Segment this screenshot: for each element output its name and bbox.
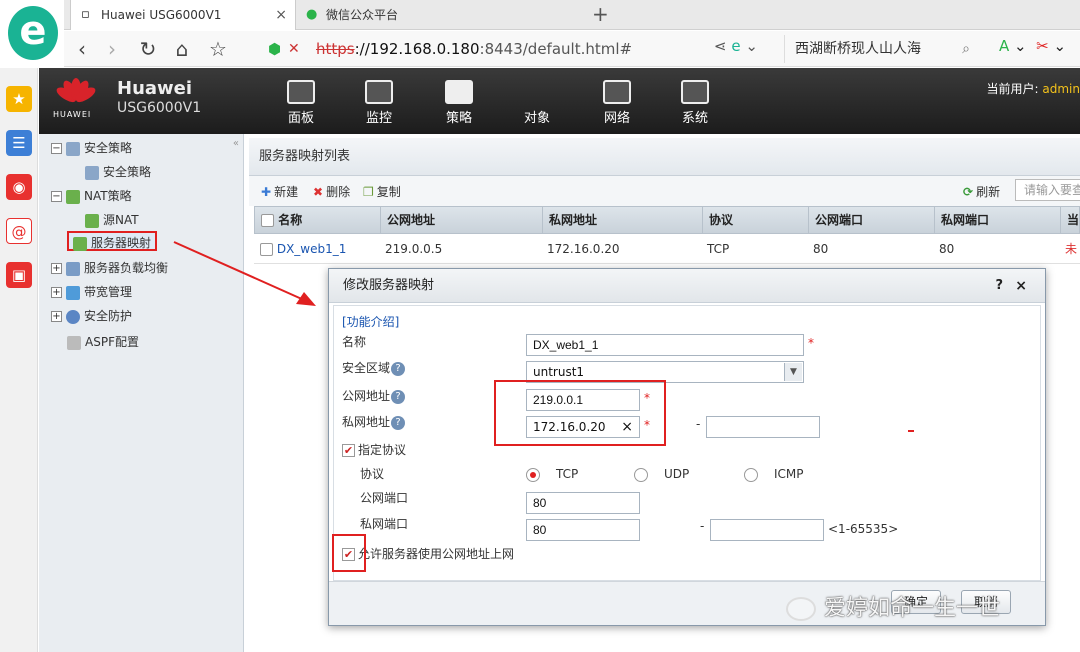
red-mark [908,430,914,432]
private-port-input[interactable] [526,519,640,541]
public-ip-label-text: 公网地址 [342,389,391,403]
public-ip-label: 公网地址? [342,386,406,406]
wechat-watermark-icon [786,597,816,621]
chevron-down-icon[interactable]: ▼ [784,363,802,381]
close-icon[interactable]: × [1015,269,1027,303]
private-port-end-input[interactable] [710,519,824,541]
check-icon[interactable]: ✔ [342,444,355,457]
help-icon[interactable]: ? [391,389,406,404]
watermark: 爱婷如命一生一世 [786,590,1000,622]
required-mark: * [808,336,814,350]
radio-tcp[interactable]: TCP [526,464,578,484]
name-input[interactable] [526,334,804,356]
highlight-box [332,534,366,572]
dialog-title: 修改服务器映射 [343,278,435,293]
highlight-box [494,380,666,446]
radio-icmp[interactable]: ICMP [744,464,804,484]
dialog-body: [功能介绍] 名称 * 安全区域? untrust1▼ 公网地址? * 私网地址… [332,305,1041,581]
public-port-label: 公网端口 [360,491,409,505]
zone-value: untrust1 [533,365,585,379]
specify-protocol-checkbox[interactable]: ✔ 指定协议 [342,440,406,460]
allow-public-label: 允许服务器使用公网地址上网 [358,547,515,561]
radio-label: TCP [556,467,579,481]
watermark-text: 爱婷如命一生一世 [824,596,1001,621]
private-ip-label-text: 私网地址 [342,415,391,429]
radio-label: ICMP [774,467,804,481]
dialog-title-bar: 修改服务器映射 ? × [329,269,1045,303]
radio-selected-icon[interactable] [526,467,540,482]
intro-link[interactable]: [功能介绍] [342,312,399,332]
radio-icon[interactable] [744,467,758,482]
range-dash: - [700,519,705,533]
public-port-input[interactable] [526,492,640,514]
name-label: 名称 [342,335,367,349]
help-icon[interactable]: ? [391,361,406,376]
private-port-label: 私网端口 [360,517,409,531]
radio-udp[interactable]: UDP [634,464,689,484]
protocol-label: 协议 [360,467,385,481]
specify-protocol-label: 指定协议 [358,443,407,457]
zone-label: 安全区域? [342,358,406,378]
edit-server-mapping-dialog: 修改服务器映射 ? × [功能介绍] 名称 * 安全区域? untrust1▼ … [328,268,1046,626]
range-dash: - [696,417,701,431]
allow-public-checkbox[interactable]: ✔ 允许服务器使用公网地址上网 [342,544,514,564]
help-icon[interactable]: ? [995,269,1003,303]
private-ip-label: 私网地址? [342,412,406,432]
radio-label: UDP [664,467,690,481]
zone-label-text: 安全区域 [342,361,391,375]
radio-icon[interactable] [634,467,648,482]
help-icon[interactable]: ? [391,415,406,430]
private-ip-end-input[interactable] [706,416,820,438]
port-range-hint: <1-65535> [828,522,899,536]
